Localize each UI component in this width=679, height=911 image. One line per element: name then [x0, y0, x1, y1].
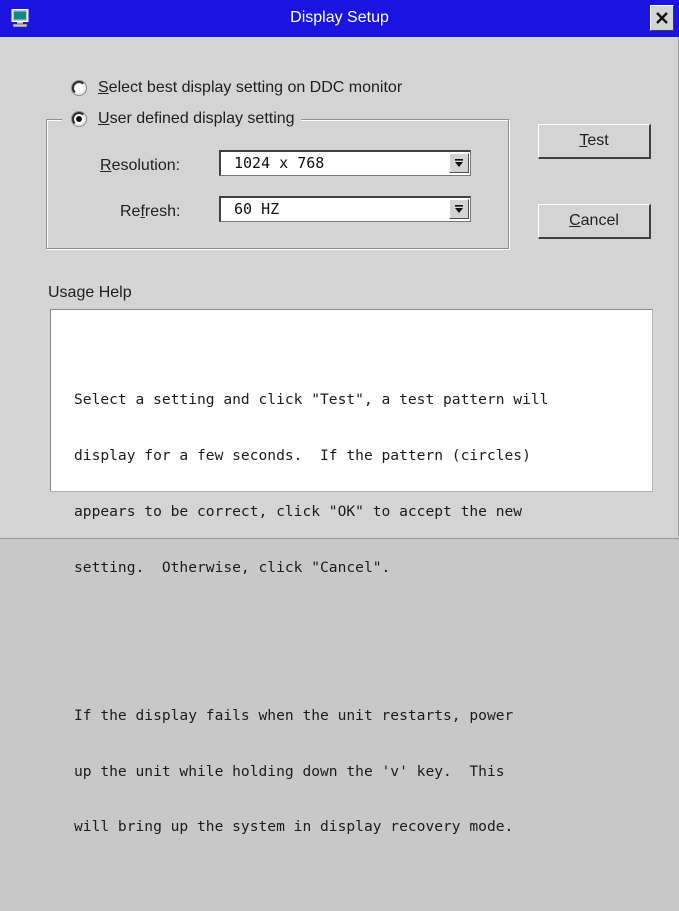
refresh-value: 60 HZ [234, 200, 280, 218]
radio-user-defined-button[interactable] [72, 112, 86, 126]
dropdown-arrow-icon [455, 159, 463, 167]
window-title: Display Setup [290, 9, 389, 26]
usage-help-label: Usage Help [48, 284, 132, 301]
test-button[interactable]: Test [538, 124, 651, 159]
radio-ddc-button[interactable] [72, 81, 86, 95]
resolution-value: 1024 x 768 [234, 154, 325, 172]
refresh-label: Refresh: [120, 203, 181, 220]
cancel-button[interactable]: Cancel [538, 204, 651, 239]
radio-ddc-option[interactable]: Select best display setting on DDC monit… [72, 77, 409, 99]
resolution-select[interactable]: 1024 x 768 [219, 150, 471, 176]
radio-user-defined-option[interactable]: User defined display setting [62, 108, 301, 130]
help-paragraph-1: Select a setting and click "Test", a tes… [74, 354, 548, 614]
help-line: up the unit while holding down the 'v' k… [74, 762, 505, 780]
display-setup-dialog: Display Setup Select best display settin… [0, 0, 679, 835]
help-line: If the display fails when the unit resta… [74, 706, 514, 724]
help-line: appears to be correct, click "OK" to acc… [74, 502, 523, 520]
user-defined-groupbox [46, 119, 509, 249]
close-button[interactable] [650, 5, 674, 31]
refresh-select[interactable]: 60 HZ [219, 196, 471, 222]
help-line: display for a few seconds. If the patter… [74, 447, 531, 465]
help-line: will bring up the system in display reco… [74, 818, 514, 836]
resolution-label: Resolution: [100, 157, 181, 174]
usage-help-text: Select a setting and click "Test", a tes… [74, 317, 548, 911]
radio-user-defined-label: User defined display setting [98, 110, 295, 127]
dropdown-arrow-icon [455, 205, 463, 213]
radio-ddc-label: Select best display setting on DDC monit… [98, 79, 403, 96]
title-bar[interactable]: Display Setup [0, 0, 679, 37]
refresh-dropdown-button[interactable] [449, 199, 469, 219]
usage-help-textbox[interactable]: Select a setting and click "Test", a tes… [50, 309, 653, 835]
help-line: setting. Otherwise, click "Cancel". [74, 558, 391, 576]
help-paragraph-2: If the display fails when the unit resta… [74, 670, 548, 875]
help-line: Select a setting and click "Test", a tes… [74, 391, 549, 409]
resolution-dropdown-button[interactable] [449, 153, 469, 173]
close-icon [656, 12, 668, 24]
